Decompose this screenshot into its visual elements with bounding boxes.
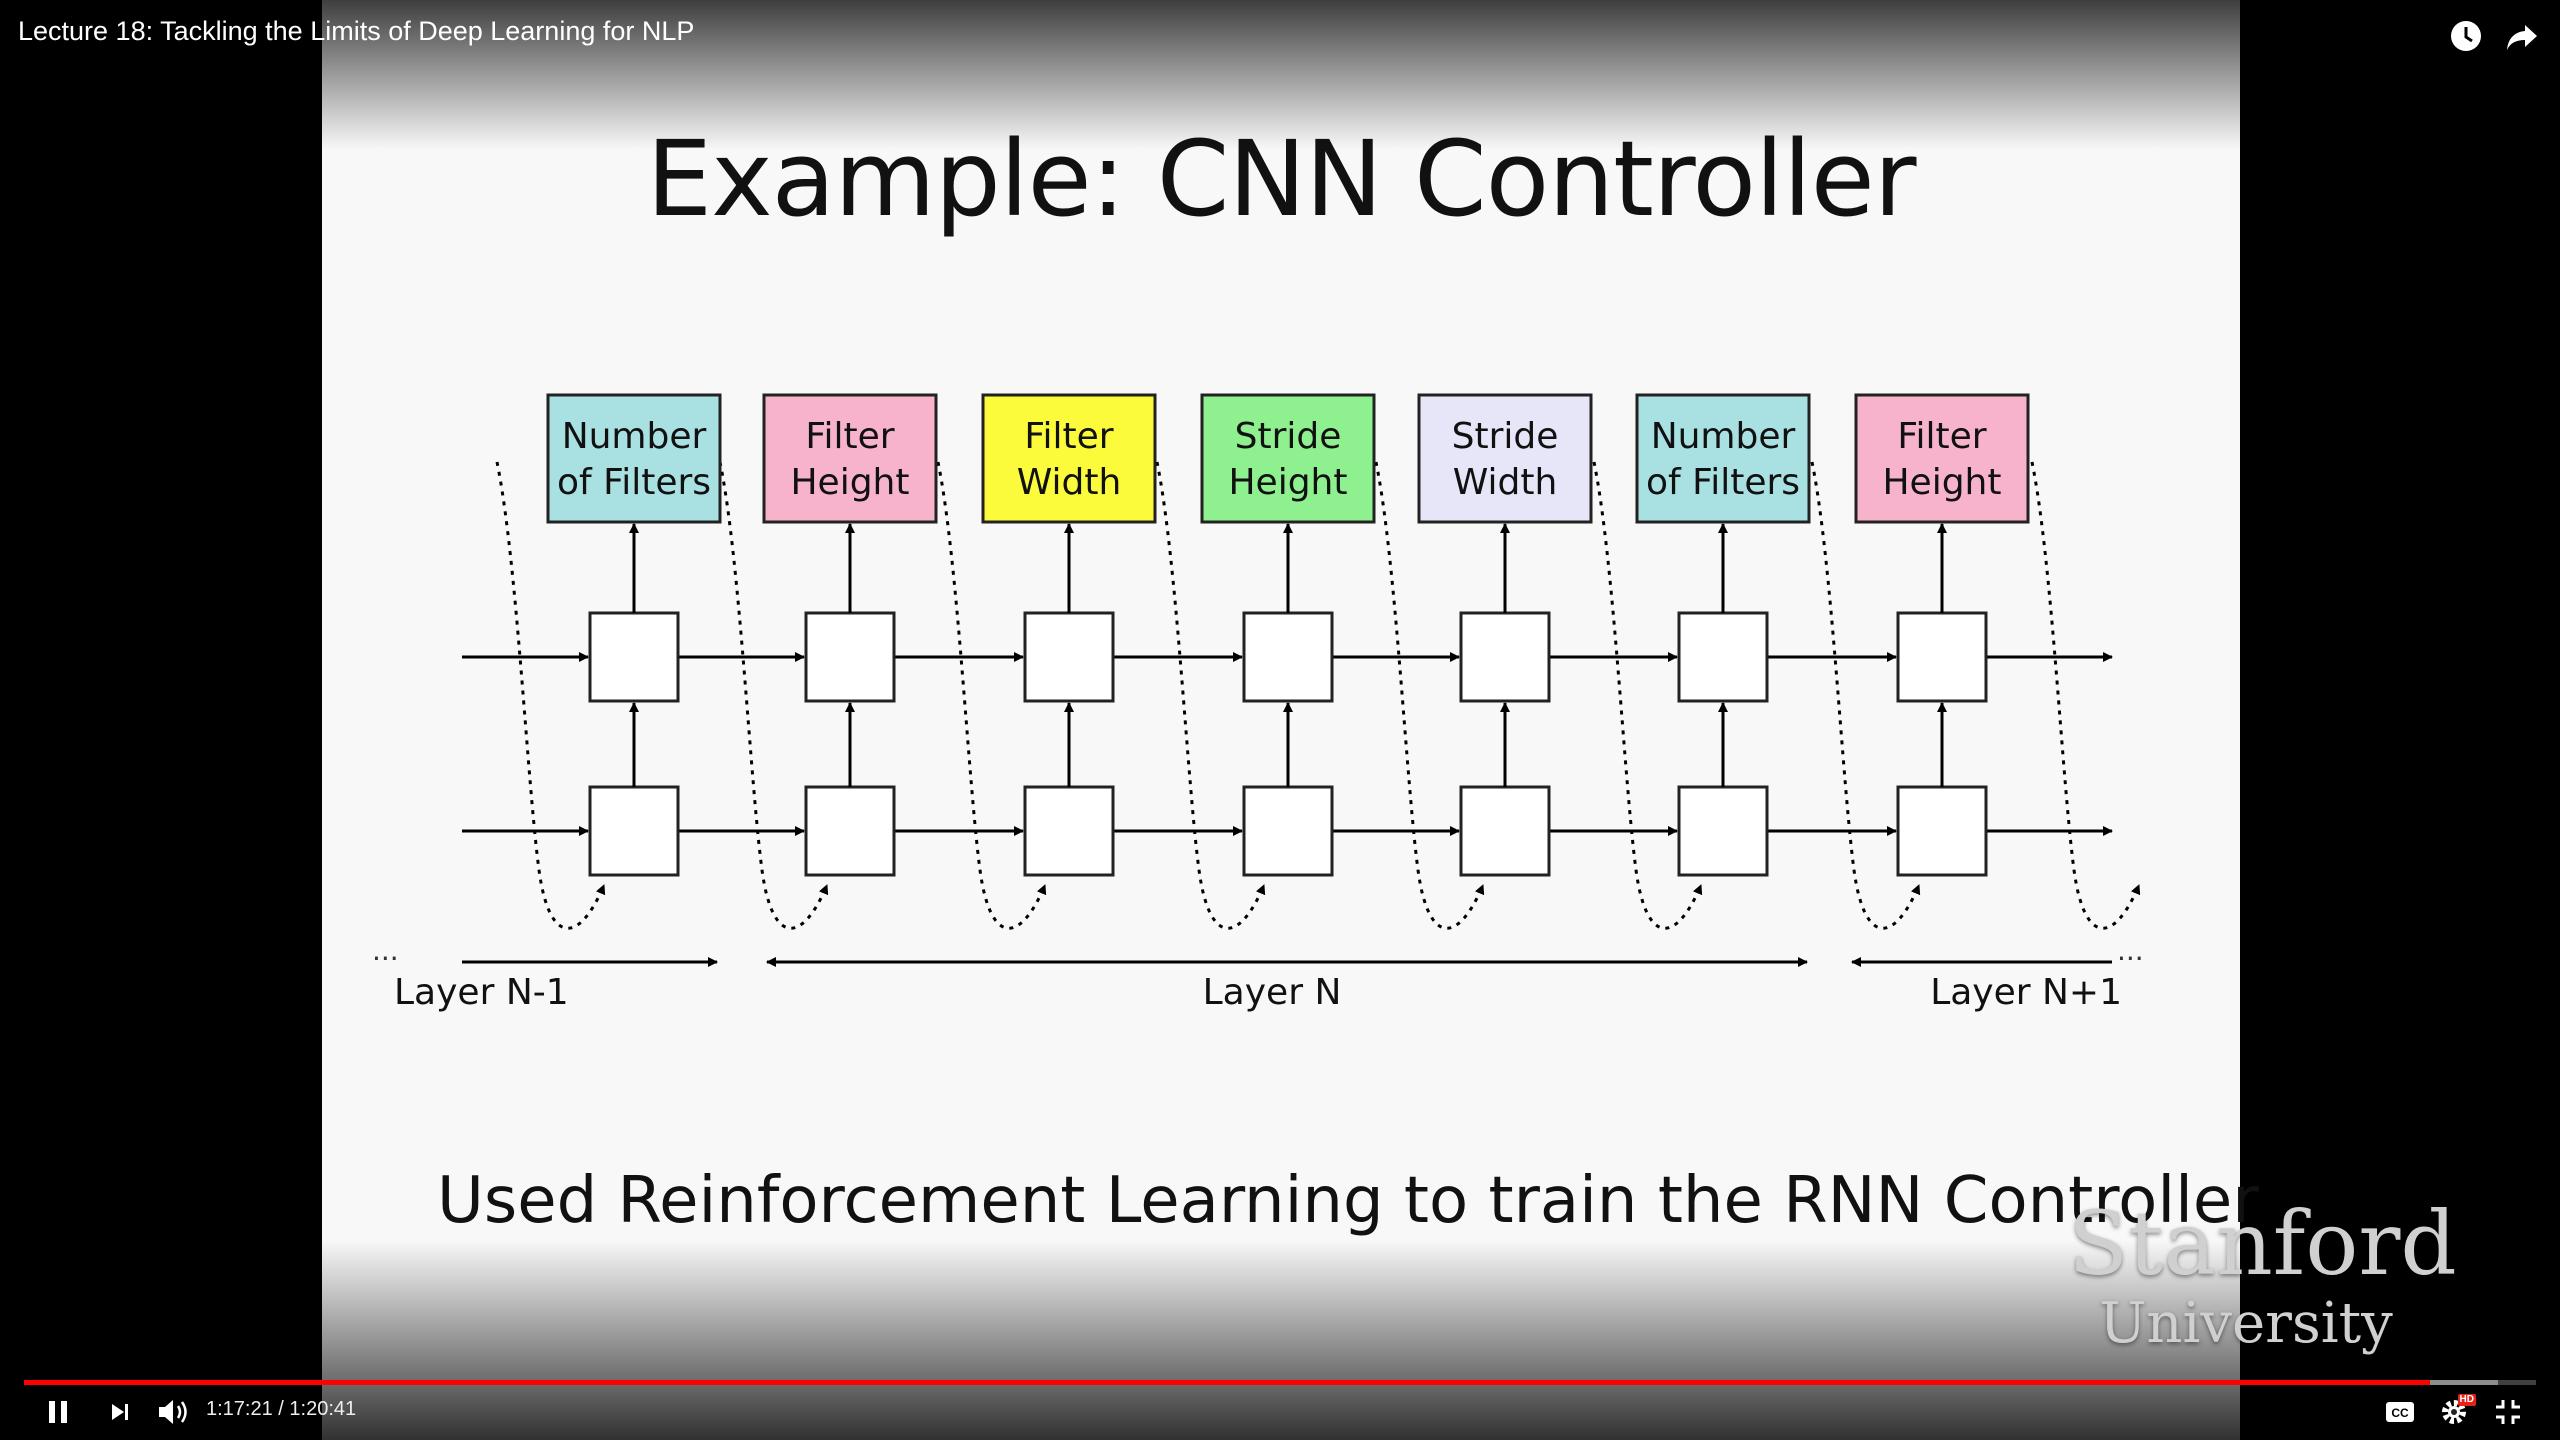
box-label-line2: of Filters: [557, 462, 711, 503]
rnn-controller-diagram: Number of Filters Filter Height Filter Width S…: [372, 393, 2144, 1013]
rnn-cell-lower: [1242, 785, 1334, 877]
box-label-line1: Number: [1651, 416, 1796, 457]
volume-icon[interactable]: [150, 1392, 198, 1432]
box-label-line1: Filter: [1897, 416, 1986, 457]
svg-text:CC: CC: [2391, 1406, 2409, 1420]
box-label-line1: Stride: [1235, 416, 1342, 457]
hd-badge: HD: [2457, 1394, 2476, 1406]
stanford-logo-line2: University: [2099, 1291, 2393, 1356]
progress-bar[interactable]: [24, 1380, 2536, 1385]
rnn-cell-lower: [588, 785, 680, 877]
box-label-line2: Width: [1017, 462, 1122, 503]
rnn-cell-upper: [804, 611, 896, 703]
slide-caption: Used Reinforcement Learning to train the…: [437, 1164, 2259, 1238]
ellipsis-right: ...: [2117, 934, 2144, 967]
rnn-cell-upper: [1023, 611, 1115, 703]
rnn-cell-upper: [1242, 611, 1334, 703]
rnn-cell-lower: [1023, 785, 1115, 877]
share-arrow-icon[interactable]: [2502, 16, 2542, 56]
next-icon[interactable]: [96, 1392, 144, 1432]
pause-icon[interactable]: [34, 1392, 82, 1432]
slide-frame: Example: CNN Controller Number of Filters…: [322, 0, 2259, 1440]
rnn-cell-upper: [1677, 611, 1769, 703]
box-label-line1: Filter: [1024, 416, 1113, 457]
box-label-line2: Height: [1228, 462, 1347, 503]
clock-icon[interactable]: [2446, 16, 2486, 56]
layer-label-n-minus-1: Layer N-1: [394, 972, 569, 1013]
rnn-cell-lower: [1677, 785, 1769, 877]
box-label-line1: Number: [562, 416, 707, 457]
rnn-cell-upper: [1459, 611, 1551, 703]
box-label-line2: Width: [1453, 462, 1558, 503]
rnn-cell-upper: [1896, 611, 1988, 703]
cc-icon[interactable]: CC: [2376, 1392, 2424, 1432]
layer-label-n-plus-1: Layer N+1: [1930, 972, 2122, 1013]
box-label-line2: Height: [1882, 462, 2001, 503]
exit-fullscreen-icon[interactable]: [2484, 1392, 2532, 1432]
gear-icon[interactable]: HD: [2430, 1392, 2478, 1432]
box-label-line2: of Filters: [1646, 462, 1800, 503]
rnn-cell-upper: [588, 611, 680, 703]
layer-label-n: Layer N: [1203, 972, 1342, 1013]
rnn-cell-lower: [1459, 785, 1551, 877]
dotted-feedback-arrow: [2030, 461, 2141, 930]
stanford-logo: Stanford University: [2068, 1192, 2457, 1356]
ellipsis-left: ...: [372, 934, 399, 967]
video-title[interactable]: Lecture 18: Tackling the Limits of Deep …: [18, 16, 694, 47]
rnn-cell-lower: [1896, 785, 1988, 877]
dotted-feedback-arrow: [495, 461, 606, 930]
box-label-line2: Height: [790, 462, 909, 503]
box-label-line1: Filter: [805, 416, 894, 457]
progress-played: [24, 1380, 2431, 1385]
stanford-logo-line1: Stanford: [2068, 1192, 2457, 1295]
box-label-line1: Stride: [1452, 416, 1559, 457]
rnn-cell-lower: [804, 785, 896, 877]
time-display: 1:17:21 / 1:20:41: [206, 1398, 357, 1420]
